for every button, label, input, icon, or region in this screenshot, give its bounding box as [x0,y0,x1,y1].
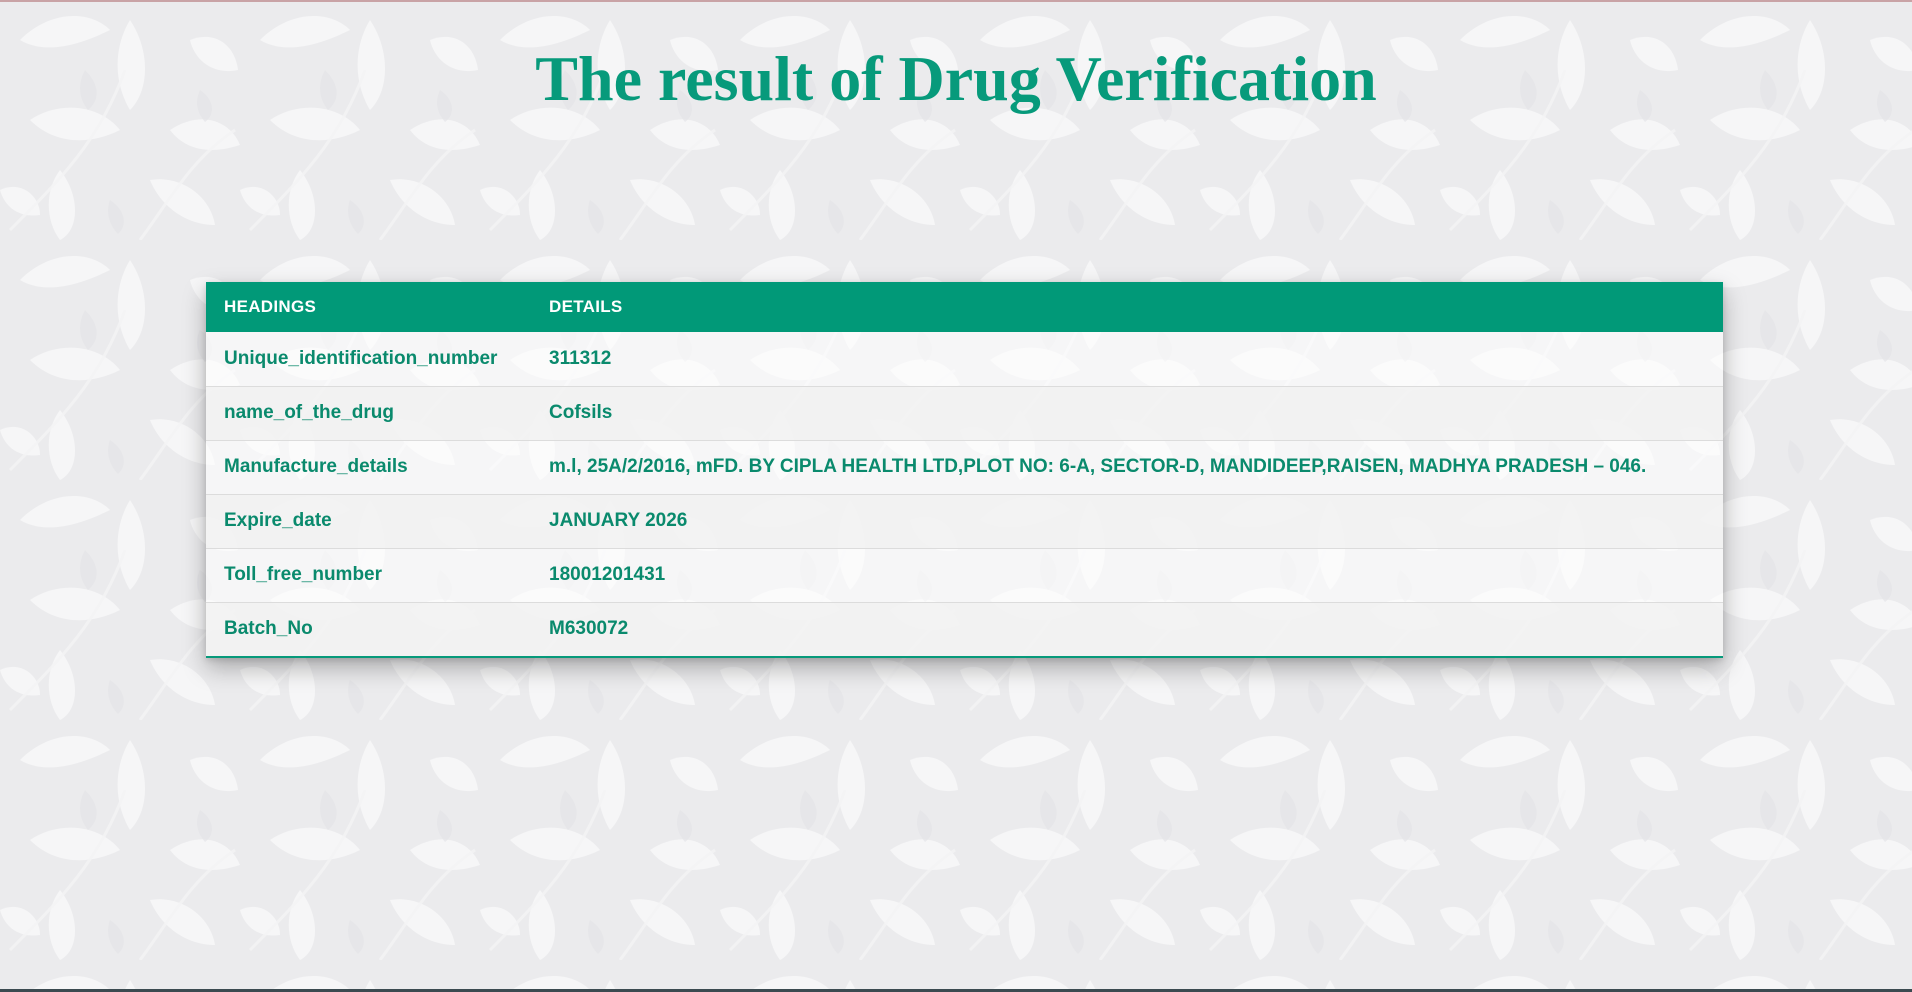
table-header-row: HEADINGS DETAILS [206,282,1723,332]
table-row: Batch_No M630072 [206,602,1723,656]
table-row: name_of_the_drug Cofsils [206,386,1723,441]
table-row: Manufacture_details m.l, 25A/2/2016, mFD… [206,440,1723,495]
row-heading-cell: name_of_the_drug [206,386,531,441]
page-title: The result of Drug Verification [535,43,1377,114]
table-row: Unique_identification_number 311312 [206,332,1723,387]
table-row: Expire_date JANUARY 2026 [206,494,1723,549]
column-header-headings: HEADINGS [206,282,531,332]
row-detail-cell: 18001201431 [531,548,1723,603]
row-heading-cell: Toll_free_number [206,548,531,603]
row-heading-cell: Manufacture_details [206,440,531,495]
row-detail-cell: m.l, 25A/2/2016, mFD. BY CIPLA HEALTH LT… [531,440,1723,495]
top-border-line [0,0,1912,2]
row-heading-cell: Batch_No [206,602,531,656]
row-heading-cell: Unique_identification_number [206,332,531,387]
column-header-details: DETAILS [531,282,1723,332]
result-table: HEADINGS DETAILS Unique_identification_n… [206,282,1723,656]
row-heading-cell: Expire_date [206,494,531,549]
row-detail-cell: Cofsils [531,386,1723,441]
row-detail-cell: 311312 [531,332,1723,387]
row-detail-cell: JANUARY 2026 [531,494,1723,549]
row-detail-cell: M630072 [531,602,1723,656]
table-row: Toll_free_number 18001201431 [206,548,1723,603]
result-table-container: HEADINGS DETAILS Unique_identification_n… [206,282,1723,658]
